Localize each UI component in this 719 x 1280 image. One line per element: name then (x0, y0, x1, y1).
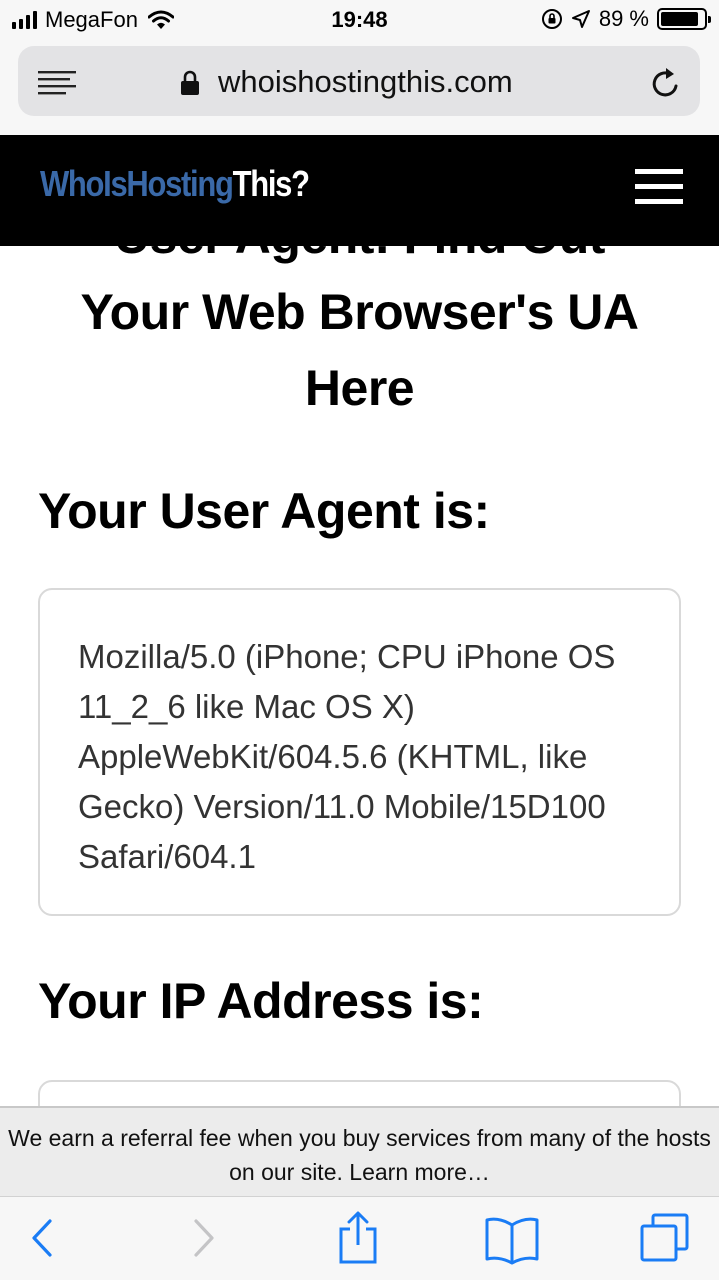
bookmarks-icon[interactable] (484, 1211, 540, 1265)
bottom-toolbar (0, 1196, 719, 1280)
site-header: WhoIsHostingThis? (0, 135, 719, 246)
battery-percent: 89 % (598, 6, 649, 31)
share-icon[interactable] (336, 1211, 380, 1265)
page-title: User Agent: Find Out Your Web Browser's … (80, 246, 639, 416)
ip-address-value-box (38, 1080, 681, 1106)
user-agent-value-box: Mozilla/5.0 (iPhone; CPU iPhone OS 11_2_… (38, 588, 681, 916)
address-bar[interactable]: whoishostingthis.com (18, 46, 700, 116)
location-icon (571, 10, 590, 28)
orientation-lock-icon (541, 9, 562, 29)
browser-chrome: whoishostingthis.com (0, 40, 719, 135)
forward-icon[interactable] (190, 1211, 218, 1265)
page-content: User Agent: Find Out Your Web Browser's … (0, 246, 719, 1106)
user-agent-heading: Your User Agent is: (38, 483, 490, 539)
ip-address-heading: Your IP Address is: (38, 973, 484, 1029)
site-logo[interactable]: WhoIsHostingThis? (40, 163, 310, 205)
back-icon[interactable] (28, 1211, 56, 1265)
url-text[interactable]: whoishostingthis.com (218, 64, 513, 100)
status-bar: MegaFon 19:48 89 % (0, 0, 719, 40)
reader-view-icon[interactable] (38, 70, 76, 96)
referral-banner: We earn a referral fee when you buy serv… (0, 1106, 719, 1196)
status-right: 89 % (541, 6, 711, 32)
learn-more-link[interactable]: Learn more… (349, 1159, 490, 1185)
reload-icon[interactable] (650, 66, 682, 100)
battery-icon (657, 8, 711, 30)
hamburger-menu-icon[interactable] (635, 169, 683, 214)
lock-icon (181, 70, 199, 95)
tabs-icon[interactable] (638, 1211, 692, 1265)
